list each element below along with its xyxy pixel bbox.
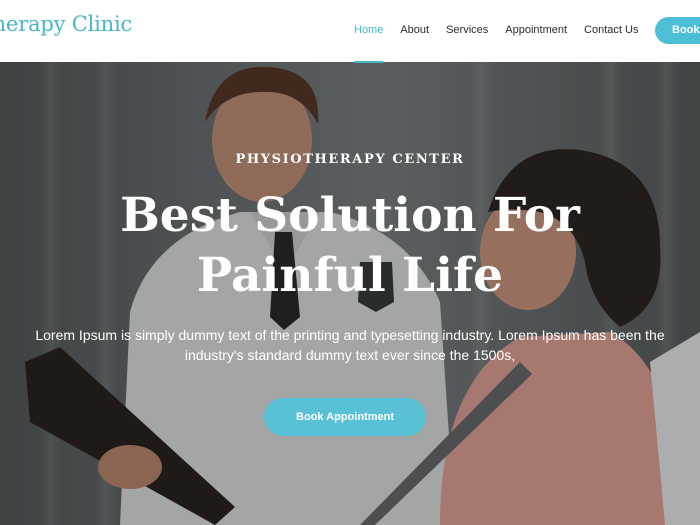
top-navbar: otherapy Clinic Home About Services Appo… [0,0,700,63]
nav-link-appointment[interactable]: Appointment [505,24,567,36]
hero-title: Best Solution For Painful Life [120,188,580,303]
nav-book-button[interactable]: Book [655,17,700,44]
hero-description: Lorem Ipsum is simply dummy text of the … [35,327,665,363]
brand-logo-text[interactable]: otherapy Clinic [0,12,132,36]
nav-link-services[interactable]: Services [446,24,488,36]
hero-section: PHYSIOTHERAPY CENTER Best Solution For P… [0,62,700,525]
hero-eyebrow: PHYSIOTHERAPY CENTER [235,152,465,167]
nav-link-contact-us[interactable]: Contact Us [584,24,638,36]
nav-link-about[interactable]: About [400,24,429,36]
nav-link-home[interactable]: Home [354,24,384,63]
book-appointment-button[interactable]: Book Appointment [264,398,426,436]
main-nav: Home About Services Appointment Contact … [354,24,655,63]
